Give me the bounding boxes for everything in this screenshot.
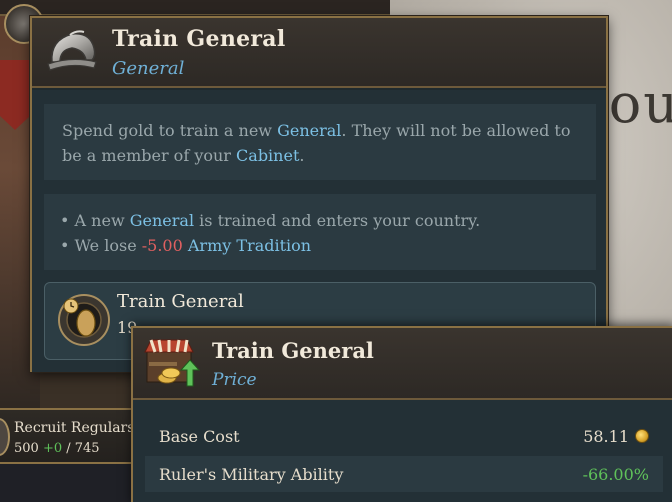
- effect-pre: We lose: [74, 236, 142, 255]
- recruit-delta: +0: [42, 441, 63, 456]
- recruit-regulars-panel[interactable]: Recruit Regulars 500 +0 / 745: [0, 408, 140, 464]
- price-row-ruler-military: Ruler's Military Ability -66.00%: [145, 456, 663, 492]
- recruit-regulars-label: Recruit Regulars: [14, 420, 135, 436]
- effect-bullet: •: [60, 236, 75, 255]
- price-tooltip-subtitle: Price: [212, 370, 257, 390]
- map-region-label: ou: [608, 72, 672, 135]
- tooltip-title: Train General: [112, 26, 286, 52]
- general-link[interactable]: General: [130, 211, 194, 230]
- recruit-regulars-values: 500 +0 / 745: [14, 441, 100, 456]
- description-part1: Spend gold to train a new: [62, 121, 278, 140]
- army-tradition-change: -5.00: [141, 236, 183, 255]
- top-bar: [0, 0, 390, 16]
- price-tooltip-header: Train General Price: [133, 328, 672, 400]
- clock-icon: [58, 294, 110, 346]
- regulars-icon: [0, 418, 10, 456]
- train-general-tooltip: Train General General Spend gold to trai…: [30, 16, 608, 372]
- effects-box: • A new General is trained and enters yo…: [44, 194, 596, 270]
- action-label: Train General: [117, 291, 244, 312]
- price-tooltip-title: Train General: [212, 338, 374, 363]
- description-part3: .: [299, 146, 305, 165]
- description-text: Spend gold to train a new General. They …: [62, 118, 578, 168]
- general-link[interactable]: General: [277, 121, 341, 140]
- cabinet-link[interactable]: Cabinet: [236, 146, 299, 165]
- tooltip-subtitle: General: [112, 58, 185, 79]
- effect-pre: A new: [74, 211, 130, 230]
- effect-line-general-trained: • A new General is trained and enters yo…: [60, 208, 580, 233]
- tooltip-header: Train General General: [32, 18, 606, 88]
- price-row-value: 58.11: [583, 427, 649, 446]
- ruler-military-modifier: -66.00%: [582, 464, 649, 484]
- price-tooltip: Train General Price Base Cost 58.11 Rule…: [131, 326, 672, 502]
- effect-line-army-tradition: • We lose -5.00 Army Tradition: [60, 233, 580, 258]
- price-row-label: Base Cost: [159, 426, 240, 446]
- description-box: Spend gold to train a new General. They …: [44, 104, 596, 180]
- effect-bullet: •: [60, 211, 75, 230]
- price-tooltip-body: Base Cost 58.11 Ruler's Military Ability…: [133, 402, 672, 502]
- gold-coin-icon: [635, 429, 649, 443]
- recruit-max: / 745: [62, 441, 100, 456]
- effect-post: is trained and enters your country.: [194, 211, 481, 230]
- base-cost-value: 58.11: [583, 426, 629, 446]
- country-banner[interactable]: [0, 60, 30, 130]
- army-tradition-link[interactable]: Army Tradition: [183, 236, 311, 255]
- helmet-icon: [47, 30, 97, 71]
- price-row-base-cost: Base Cost 58.11: [145, 418, 663, 454]
- market-stall-icon: [144, 339, 201, 387]
- price-row-label: Ruler's Military Ability: [159, 464, 344, 484]
- recruit-current: 500: [14, 441, 43, 456]
